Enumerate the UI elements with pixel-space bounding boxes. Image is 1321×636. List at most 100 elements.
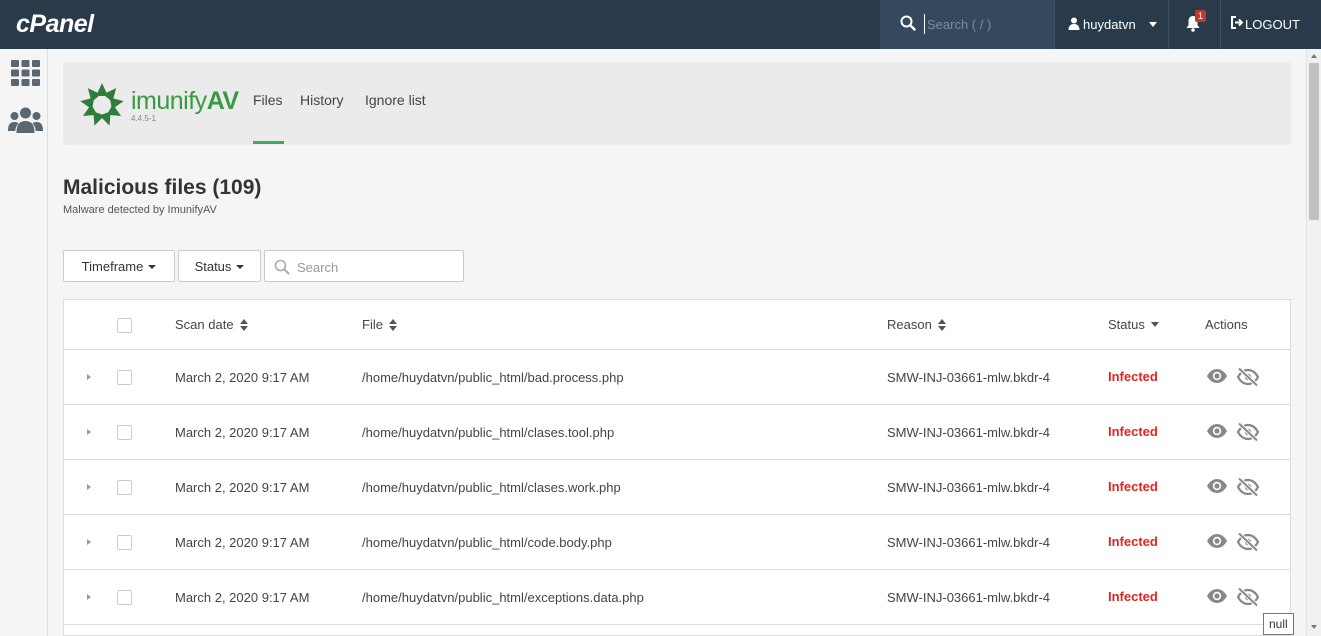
tab-files[interactable]: Files <box>253 92 284 144</box>
table-row: March 2, 2020 9:17 AM /home/huydatvn/pub… <box>64 570 1290 625</box>
chevron-down-icon <box>1149 22 1157 27</box>
row-checkbox[interactable] <box>117 480 132 495</box>
status-badge: Infected <box>1108 479 1158 494</box>
scan-date-cell: March 2, 2020 9:17 AM <box>175 590 310 605</box>
file-path-cell: /home/huydatvn/public_html/clases.tool.p… <box>362 425 615 440</box>
row-checkbox[interactable] <box>117 425 132 440</box>
sort-icon <box>239 318 248 331</box>
status-label: Status <box>194 258 232 274</box>
eye-slash-icon[interactable] <box>1236 367 1260 387</box>
scan-date-cell: March 2, 2020 9:17 AM <box>175 370 310 385</box>
notification-badge: 1 <box>1195 10 1207 22</box>
reason-cell: SMW-INJ-03661-mlw.bkdr-4 <box>887 425 1051 440</box>
user-icon <box>1068 17 1080 30</box>
tab-ignore-list[interactable]: Ignore list <box>365 92 426 144</box>
header-status-label: Status <box>1108 317 1145 332</box>
eye-slash-icon[interactable] <box>1236 587 1260 607</box>
table-row: March 2, 2020 9:17 AM /home/huydatvn/pub… <box>64 515 1290 570</box>
row-checkbox[interactable] <box>117 590 132 605</box>
expand-row-icon[interactable] <box>87 429 91 435</box>
scroll-down-arrow-icon[interactable] <box>1311 625 1317 629</box>
scrollbar-thumb[interactable] <box>1309 63 1319 220</box>
status-dropdown[interactable]: Status <box>178 250 261 282</box>
header-actions: Actions <box>1205 317 1248 332</box>
expand-row-icon[interactable] <box>87 594 91 600</box>
reason-cell: SMW-INJ-03661-mlw.bkdr-4 <box>887 590 1051 605</box>
logout-icon <box>1231 16 1244 29</box>
brand-prefix: imunify <box>131 87 207 115</box>
eye-icon[interactable] <box>1206 423 1228 439</box>
logout-button[interactable]: LOGOUT <box>1220 0 1321 49</box>
eye-icon[interactable] <box>1206 533 1228 549</box>
sort-down-icon <box>1150 322 1159 328</box>
filter-search-input[interactable] <box>297 257 457 277</box>
reason-cell: SMW-INJ-03661-mlw.bkdr-4 <box>887 370 1051 385</box>
timeframe-label: Timeframe <box>81 258 144 274</box>
search-icon <box>900 15 916 31</box>
file-path-cell: /home/huydatvn/public_html/code.body.php <box>362 535 612 550</box>
grid-icon[interactable] <box>11 60 40 86</box>
scan-date-cell: March 2, 2020 9:17 AM <box>175 535 310 550</box>
reason-cell: SMW-INJ-03661-mlw.bkdr-4 <box>887 480 1051 495</box>
username: huydatvn <box>1083 17 1136 32</box>
status-badge: Infected <box>1108 589 1158 604</box>
scroll-up-arrow-icon[interactable] <box>1311 54 1317 58</box>
brand-name: imunifyAV <box>131 87 239 116</box>
cpanel-logo[interactable]: cPanel <box>16 10 94 39</box>
header-file-label: File <box>362 317 383 332</box>
header-scan-date[interactable]: Scan date <box>175 317 248 332</box>
eye-icon[interactable] <box>1206 478 1228 494</box>
file-path-cell: /home/huydatvn/public_html/bad.process.p… <box>362 370 624 385</box>
plugin-header: imunifyAV 4.4.5-1 Files History Ignore l… <box>63 62 1291 145</box>
status-badge: Infected <box>1108 369 1158 384</box>
scan-date-cell: March 2, 2020 9:17 AM <box>175 480 310 495</box>
table-header: Scan date File Reason Status Actions <box>64 300 1290 350</box>
file-path-cell: /home/huydatvn/public_html/clases.work.p… <box>362 480 621 495</box>
table-row: March 2, 2020 9:17 AM /home/huydatvn/pub… <box>64 350 1290 405</box>
status-badge: Infected <box>1108 424 1158 439</box>
select-all-checkbox[interactable] <box>117 318 132 333</box>
eye-slash-icon[interactable] <box>1236 532 1260 552</box>
file-path-cell: /home/huydatvn/public_html/exceptions.da… <box>362 590 644 605</box>
top-search-box[interactable] <box>880 0 1054 49</box>
search-icon <box>274 259 290 275</box>
notifications-button[interactable]: 1 <box>1168 0 1220 49</box>
header-scan-date-label: Scan date <box>175 317 234 332</box>
version-label: 4.4.5-1 <box>131 114 156 123</box>
chevron-down-icon <box>148 265 157 270</box>
sort-icon <box>388 318 397 331</box>
sort-icon <box>937 318 946 331</box>
eye-slash-icon[interactable] <box>1236 422 1260 442</box>
scan-date-cell: March 2, 2020 9:17 AM <box>175 425 310 440</box>
row-checkbox[interactable] <box>117 370 132 385</box>
tooltip: null <box>1263 613 1294 635</box>
tab-history[interactable]: History <box>300 92 344 144</box>
status-badge: Infected <box>1108 534 1158 549</box>
top-bar: cPanel huydatvn 1 LOGOUT <box>0 0 1321 49</box>
eye-icon[interactable] <box>1206 368 1228 384</box>
expand-row-icon[interactable] <box>87 484 91 490</box>
reason-cell: SMW-INJ-03661-mlw.bkdr-4 <box>887 535 1051 550</box>
user-menu[interactable]: huydatvn <box>1054 0 1168 49</box>
expand-row-icon[interactable] <box>87 374 91 380</box>
vertical-scrollbar[interactable] <box>1306 49 1321 636</box>
header-file[interactable]: File <box>362 317 397 332</box>
brand-suffix: AV <box>206 87 239 115</box>
timeframe-dropdown[interactable]: Timeframe <box>63 250 175 282</box>
table-row: March 2, 2020 9:17 AM /home/huydatvn/pub… <box>64 460 1290 515</box>
users-icon[interactable] <box>8 107 43 133</box>
header-reason[interactable]: Reason <box>887 317 946 332</box>
eye-slash-icon[interactable] <box>1236 477 1260 497</box>
top-search-input[interactable] <box>924 14 1044 34</box>
chevron-down-icon <box>236 265 245 270</box>
header-status[interactable]: Status <box>1108 317 1159 332</box>
table-row: March 2, 2020 9:17 AM /home/huydatvn/pub… <box>64 405 1290 460</box>
filter-search-box[interactable] <box>264 250 464 282</box>
expand-row-icon[interactable] <box>87 539 91 545</box>
eye-icon[interactable] <box>1206 588 1228 604</box>
page-subtitle: Malware detected by ImunifyAV <box>63 204 217 216</box>
header-reason-label: Reason <box>887 317 932 332</box>
malicious-files-table: Scan date File Reason Status Actions Mar… <box>63 299 1291 636</box>
row-checkbox[interactable] <box>117 535 132 550</box>
logout-label: LOGOUT <box>1245 17 1300 32</box>
